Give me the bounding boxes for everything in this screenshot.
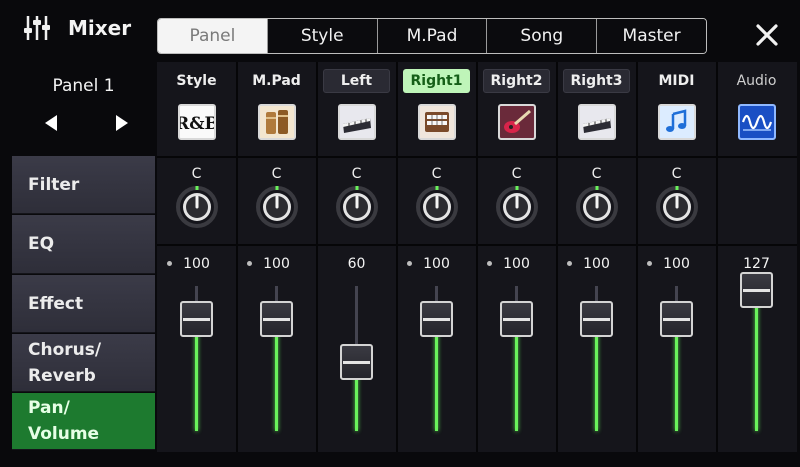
app-title: Mixer bbox=[68, 16, 132, 40]
next-panel-arrow-icon[interactable] bbox=[111, 112, 133, 134]
channel-right1: Right1 C 100 bbox=[397, 62, 476, 452]
grid-divider bbox=[396, 62, 398, 452]
grid-divider bbox=[556, 62, 558, 452]
side-menu: Filter EQ Effect Chorus/ Reverb Pan/ Vol… bbox=[12, 156, 155, 450]
keyboard-icon[interactable] bbox=[578, 104, 616, 140]
mixer-screen: Mixer Panel Style M.Pad Song Master Pane… bbox=[0, 0, 800, 467]
mixer-sliders-icon bbox=[24, 16, 50, 40]
volume-value: 100 bbox=[503, 256, 530, 272]
volume-fader-handle[interactable] bbox=[340, 344, 373, 381]
keyboard-icon[interactable] bbox=[338, 104, 376, 140]
grid-divider bbox=[716, 62, 718, 452]
grid-divider bbox=[316, 62, 318, 452]
pan-knob-icon[interactable] bbox=[256, 186, 298, 228]
volume-value: 100 bbox=[663, 256, 690, 272]
volume-fader-handle[interactable] bbox=[740, 272, 773, 308]
pan-value: C bbox=[511, 166, 522, 182]
electric-guitar-icon[interactable] bbox=[498, 104, 536, 140]
tab-bar: Panel Style M.Pad Song Master bbox=[157, 18, 707, 54]
header: Mixer Panel Style M.Pad Song Master bbox=[0, 0, 800, 62]
pan-control: C bbox=[157, 158, 236, 244]
pan-value: C bbox=[431, 166, 442, 182]
pan-control: C bbox=[477, 158, 556, 244]
volume-fader-handle[interactable] bbox=[580, 301, 613, 338]
organ-icon[interactable] bbox=[418, 104, 456, 140]
close-icon[interactable] bbox=[752, 20, 782, 50]
pan-control: C bbox=[237, 158, 316, 244]
channel-style: Style R&B C 100 bbox=[157, 62, 236, 452]
svg-text:R&B: R&B bbox=[180, 114, 214, 134]
volume-fader-handle[interactable] bbox=[180, 301, 213, 338]
channel-label[interactable]: Audio bbox=[723, 69, 790, 93]
volume-value: 127 bbox=[743, 256, 770, 272]
channel-label[interactable]: Right3 bbox=[563, 69, 630, 93]
pan-knob-icon[interactable] bbox=[496, 186, 538, 228]
channel-mpad: M.Pad C 100 bbox=[237, 62, 316, 452]
channel-label[interactable]: M.Pad bbox=[243, 69, 310, 93]
pan-value: C bbox=[671, 166, 682, 182]
tab-style[interactable]: Style bbox=[266, 19, 377, 53]
pan-value: C bbox=[191, 166, 202, 182]
menu-pan-volume[interactable]: Pan/ Volume bbox=[12, 393, 155, 450]
fader-level-fill bbox=[755, 290, 758, 431]
pan-knob-icon[interactable] bbox=[656, 186, 698, 228]
menu-filter[interactable]: Filter bbox=[12, 156, 155, 214]
volume-value: 100 bbox=[583, 256, 610, 272]
pan-value: C bbox=[351, 166, 362, 182]
channel-label[interactable]: MIDI bbox=[643, 69, 710, 93]
rnb-style-icon[interactable]: R&B bbox=[178, 104, 216, 140]
volume-value: 100 bbox=[263, 256, 290, 272]
pan-control: C bbox=[557, 158, 636, 244]
pan-knob-icon[interactable] bbox=[576, 186, 618, 228]
menu-effect[interactable]: Effect bbox=[12, 275, 155, 333]
volume-fader-handle[interactable] bbox=[500, 301, 533, 338]
panel-selector: Panel 1 bbox=[12, 62, 155, 156]
pan-value: C bbox=[591, 166, 602, 182]
tab-master[interactable]: Master bbox=[596, 19, 706, 53]
channel-right2: Right2 C 100 bbox=[477, 62, 556, 452]
waveform-icon[interactable] bbox=[738, 104, 776, 140]
pan-knob-icon[interactable] bbox=[336, 186, 378, 228]
channel-audio: Audio 127 bbox=[717, 62, 796, 452]
grid-divider bbox=[236, 62, 238, 452]
volume-value: 100 bbox=[423, 256, 450, 272]
grid-divider bbox=[476, 62, 478, 452]
pan-knob-icon[interactable] bbox=[416, 186, 458, 228]
volume-fader-handle[interactable] bbox=[260, 301, 293, 338]
grid-divider bbox=[636, 62, 638, 452]
menu-chorus-reverb[interactable]: Chorus/ Reverb bbox=[12, 334, 155, 392]
pan-value: C bbox=[271, 166, 282, 182]
channel-label[interactable]: Right1 bbox=[403, 69, 470, 93]
tab-panel[interactable]: Panel bbox=[158, 19, 267, 53]
channel-right3: Right3 C 100 bbox=[557, 62, 636, 452]
pan-knob-icon[interactable] bbox=[176, 186, 218, 228]
channel-label[interactable]: Left bbox=[323, 69, 390, 93]
channel-midi: MIDI C 100 bbox=[637, 62, 716, 452]
djembe-icon[interactable] bbox=[258, 104, 296, 140]
channel-label[interactable]: Right2 bbox=[483, 69, 550, 93]
menu-eq[interactable]: EQ bbox=[12, 215, 155, 274]
volume-fader-handle[interactable] bbox=[660, 301, 693, 338]
pan-control: C bbox=[637, 158, 716, 244]
volume-value: 100 bbox=[183, 256, 210, 272]
tab-mpad[interactable]: M.Pad bbox=[376, 19, 487, 53]
panel-name: Panel 1 bbox=[52, 76, 115, 96]
channel-label[interactable]: Style bbox=[163, 69, 230, 93]
tab-song[interactable]: Song bbox=[486, 19, 597, 53]
previous-panel-arrow-icon[interactable] bbox=[40, 112, 62, 134]
volume-value: 60 bbox=[347, 256, 366, 272]
music-note-icon[interactable] bbox=[658, 104, 696, 140]
volume-fader-handle[interactable] bbox=[420, 301, 453, 338]
pan-control: C bbox=[317, 158, 396, 244]
pan-control: C bbox=[397, 158, 476, 244]
channel-left: Left C 60 bbox=[317, 62, 396, 452]
